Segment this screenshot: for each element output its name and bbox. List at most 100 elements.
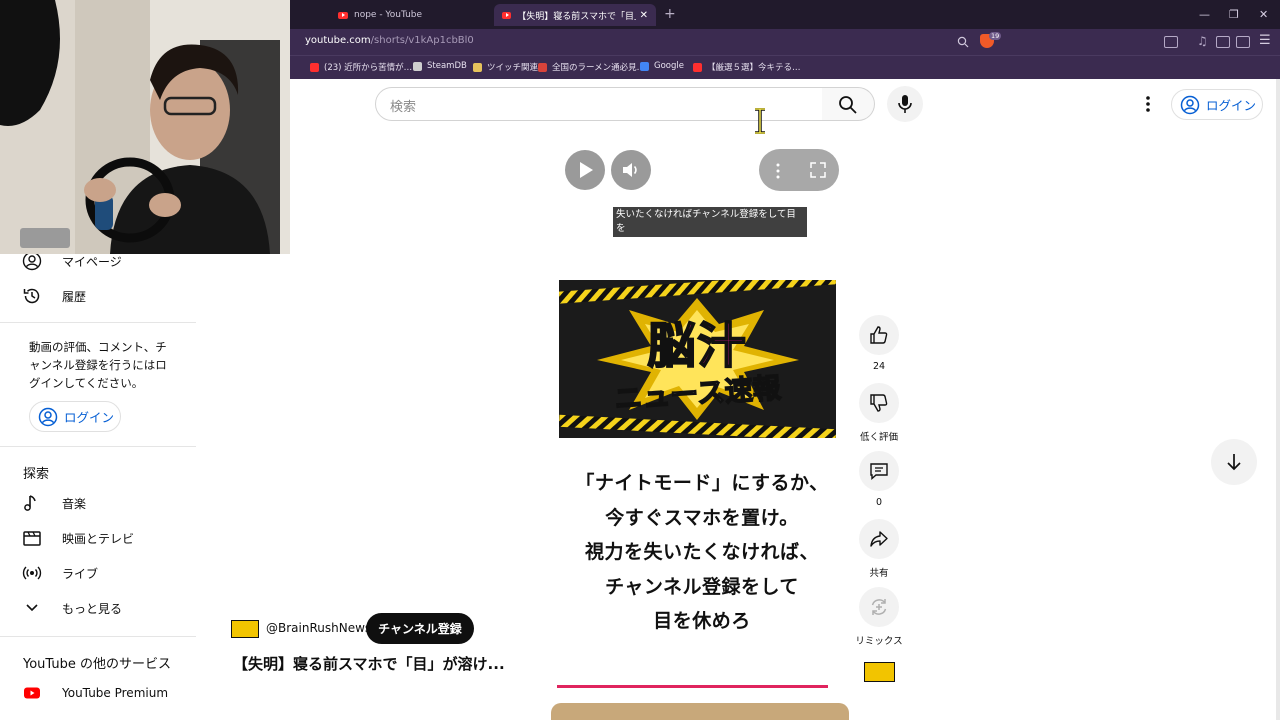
remix-button[interactable] (859, 587, 899, 627)
bookmark-item[interactable]: SteamDB (413, 61, 467, 71)
bookmark-favicon-icon (693, 62, 702, 72)
history-icon (23, 288, 40, 304)
sidebar-divider (0, 636, 196, 637)
tab-nope-youtube[interactable]: nope - YouTube (330, 4, 490, 26)
shield-badge: 19 (989, 32, 1002, 40)
bookmark-item[interactable]: 【厳選５選】今キテる… (693, 61, 801, 73)
minimize-button[interactable]: — (1199, 8, 1210, 21)
sidebar-item-label: ライブ (62, 566, 99, 581)
sidebar-item-label: 音楽 (62, 496, 87, 511)
more-vert-icon (1146, 96, 1150, 112)
bookmark-label: ツイッチ関連 (487, 63, 539, 73)
bookmark-favicon-icon (413, 61, 422, 71)
youtube-premium-icon (24, 687, 40, 699)
overlay-line: 視力を失いたくなければ、 (584, 541, 819, 563)
bookmark-label: 全国のラーメン通必見… (552, 63, 646, 73)
sidebar-item-movies-tv[interactable]: 映画とテレビ (22, 528, 134, 548)
chevron-down-icon (26, 604, 38, 612)
remix-label: リミックス (855, 636, 903, 647)
like-button[interactable] (859, 315, 899, 355)
search-button[interactable] (822, 87, 875, 121)
person-circle-icon (22, 251, 42, 271)
play-button[interactable] (565, 150, 605, 190)
close-window-button[interactable]: ✕ (1259, 8, 1268, 21)
header-login-button[interactable]: ログイン (1171, 89, 1263, 120)
thumbs-up-icon (870, 326, 888, 344)
tab-title: nope - YouTube (354, 10, 423, 20)
video-banner-image: 脳汁 ニュース速報 (559, 280, 836, 438)
zoom-icon[interactable] (957, 36, 969, 48)
next-short-preview[interactable] (551, 703, 849, 720)
bookmark-label: 【厳選５選】今キテる… (707, 63, 801, 73)
tab-current-video[interactable]: 【失明】寝る前スマホで「目」が溶け… ✕ (494, 4, 656, 26)
account-circle-icon (1180, 95, 1200, 114)
sidebar-item-show-more[interactable]: もっと見る (22, 598, 122, 618)
clapperboard-icon (23, 531, 41, 546)
sound-thumbnail[interactable] (864, 662, 895, 682)
bookmark-item[interactable]: Google (640, 61, 684, 71)
thumbs-down-icon (870, 394, 888, 412)
sidebar-toggle-icon[interactable] (1216, 36, 1230, 48)
tab-title: 【失明】寝る前スマホで「目」が溶け… (517, 11, 635, 22)
remix-icon (871, 599, 887, 615)
channel-handle[interactable]: @BrainRushNews (266, 621, 371, 635)
dislike-button[interactable] (859, 383, 899, 423)
sidebar-item-label: もっと見る (62, 601, 123, 616)
comments-button[interactable] (859, 451, 899, 491)
reader-mode-icon[interactable] (1164, 36, 1178, 48)
webcam-overlay (0, 0, 290, 254)
volume-button[interactable] (611, 150, 651, 190)
sidebar-item-premium[interactable]: YouTube Premium (22, 683, 168, 703)
sidebar-item-history[interactable]: 履歴 (22, 286, 86, 306)
bookmark-favicon-icon (473, 62, 482, 72)
youtube-favicon-icon (502, 11, 512, 19)
bookmark-label: SteamDB (427, 61, 467, 71)
tab-close-icon[interactable]: ✕ (640, 10, 648, 21)
text-cursor-icon (755, 108, 765, 134)
bookmark-item[interactable]: (23) 近所から苦情が… (310, 61, 412, 73)
play-icon (580, 162, 593, 178)
channel-avatar[interactable] (231, 620, 259, 638)
maximize-button[interactable]: ❐ (1229, 8, 1239, 21)
more-services-heading: YouTube の他のサービス (23, 657, 171, 672)
comment-count: 0 (875, 497, 883, 508)
live-broadcast-icon (22, 566, 42, 580)
explore-heading: 探索 (23, 467, 50, 482)
settings-menu-button[interactable] (1142, 94, 1154, 114)
bookmark-item[interactable]: ツイッチ関連 (473, 61, 538, 73)
sidebar-login-prompt: 動画の評価、コメント、チャンネル登録を行うにはログインしてください。 (29, 340, 167, 390)
webcam-feed-image (0, 0, 290, 254)
sidebar-item-my-page[interactable]: マイページ (22, 251, 122, 271)
video-caption: 失いたくなければチャンネル登録をして目を (613, 207, 807, 237)
video-title[interactable]: 【失明】寝る前スマホで「目」が溶け... (233, 653, 533, 674)
subscribe-button[interactable]: チャンネル登録 (366, 613, 474, 644)
next-video-button[interactable] (1211, 439, 1257, 485)
sidebar-item-label: マイページ (62, 254, 122, 269)
header-login-label: ログイン (1206, 98, 1257, 113)
sidebar-login-button[interactable]: ログイン (29, 401, 121, 432)
more-options-icon[interactable] (774, 162, 782, 180)
dislike-label: 低く評価 (859, 432, 898, 443)
sidebar-item-live[interactable]: ライブ (22, 563, 98, 583)
bookmark-favicon-icon (538, 62, 547, 72)
sidebar-divider (0, 322, 196, 323)
voice-search-button[interactable] (887, 86, 923, 122)
sidebar-item-music[interactable]: 音楽 (22, 493, 86, 513)
fullscreen-icon[interactable] (809, 161, 827, 179)
wallet-icon[interactable] (1236, 36, 1250, 48)
menu-icon[interactable]: ☰ (1259, 33, 1271, 48)
youtube-favicon-icon (338, 11, 348, 19)
account-circle-icon (38, 407, 58, 426)
sidebar-login-label: ログイン (64, 410, 115, 425)
new-tab-button[interactable]: + (664, 6, 676, 22)
sidebar-item-label: YouTube Premium (62, 686, 169, 700)
search-icon (839, 96, 857, 114)
overlay-line: 目を休めろ (653, 610, 751, 632)
video-progress-bar[interactable] (557, 685, 828, 688)
bookmark-item[interactable]: 全国のラーメン通必見… (538, 61, 645, 73)
media-icon[interactable]: ♫ (1197, 34, 1208, 48)
page-scrollbar[interactable] (1276, 79, 1280, 720)
share-button[interactable] (859, 519, 899, 559)
url-field[interactable]: youtube.com/shorts/v1kAp1cbBl0 (305, 35, 474, 46)
microphone-icon (898, 95, 912, 113)
